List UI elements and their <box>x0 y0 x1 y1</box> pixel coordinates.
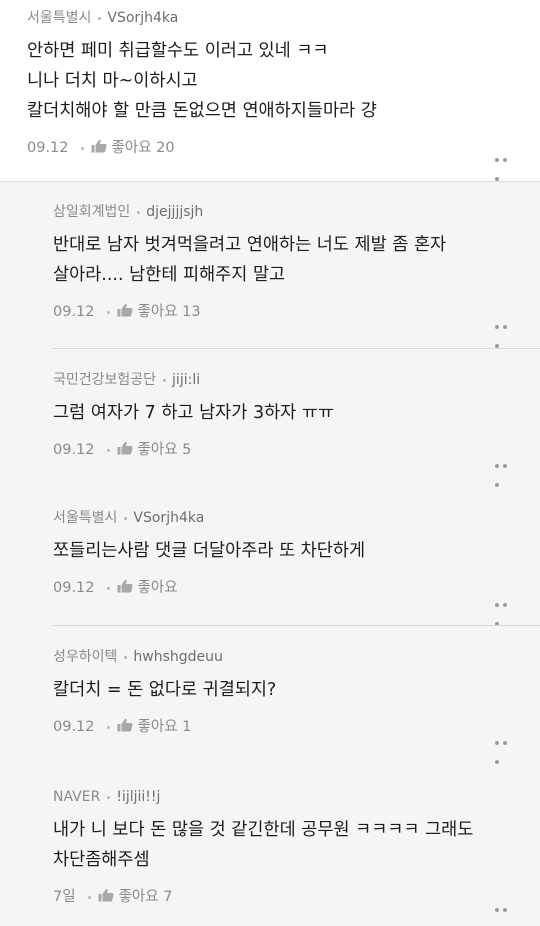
separator-dot <box>163 378 167 382</box>
author-region[interactable]: 성우하이텍 <box>53 649 117 665</box>
author-id[interactable]: jiji:li <box>172 372 200 388</box>
like-button[interactable]: 좋아요 5 <box>117 441 192 458</box>
thumbs-up-icon <box>91 139 107 153</box>
reply-divider <box>52 625 540 626</box>
comment-meta: 삼일회계법인 djejjjjsjh <box>53 202 540 222</box>
reply-item: NAVER !ijljii!!j 내가 니 보다 돈 많을 것 같긴한데 공무원 … <box>53 787 540 909</box>
comment-date: 09.12 <box>53 442 95 458</box>
like-label: 좋아요 7 <box>118 889 173 905</box>
comment-body: 내가 니 보다 돈 많을 것 같긴한데 공무원 ㅋㅋㅋㅋ 그래도 차단좀해주셈 <box>53 815 540 875</box>
like-button[interactable]: 좋아요 7 <box>98 888 173 905</box>
like-button[interactable]: 좋아요 <box>117 579 178 596</box>
comment-line: 안하면 페미 취급할수도 이러고 있네 ㅋㅋ <box>27 41 329 61</box>
comment-meta: NAVER !ijljii!!j <box>53 787 540 807</box>
more-dots-icon[interactable] <box>495 314 517 348</box>
separator-dot <box>87 895 91 899</box>
author-id[interactable]: hwhshgdeuu <box>133 649 223 665</box>
more-dots-icon[interactable] <box>495 147 517 181</box>
separator-dot <box>98 16 102 20</box>
author-region[interactable]: 삼일회계법인 <box>53 204 130 220</box>
comment-footer: 09.12 좋아요 1 <box>53 715 540 739</box>
like-label: 좋아요 20 <box>111 140 175 156</box>
like-label: 좋아요 5 <box>137 442 192 458</box>
separator-dot <box>106 586 110 590</box>
like-label: 좋아요 13 <box>137 304 201 320</box>
reply-item: 성우하이텍 hwhshgdeuu 칼더치 = 돈 없다로 귀결되지? 09.12 좋… <box>53 647 540 739</box>
reply-item: 서울특별시 VSorjh4ka 쪼들리는사람 댓글 더달아주라 또 차단하게 09… <box>53 508 540 600</box>
reply-divider <box>52 348 540 349</box>
separator-dot <box>80 146 84 150</box>
comment-body: 안하면 페미 취급할수도 이러고 있네 ㅋㅋ 니나 더치 마~이하시고 칼더치해… <box>27 36 540 126</box>
separator-dot <box>124 655 128 659</box>
comment-footer: 09.12 좋아요 20 <box>27 136 540 160</box>
comment-line: 차단좀해주셈 <box>53 850 150 870</box>
comment-date: 09.12 <box>27 140 69 156</box>
more-dots-icon[interactable] <box>495 592 517 626</box>
like-button[interactable]: 좋아요 13 <box>117 303 201 320</box>
author-id[interactable]: djejjjjsjh <box>146 204 203 220</box>
comment-date: 09.12 <box>53 304 95 320</box>
more-dots-icon[interactable] <box>495 897 517 912</box>
like-button[interactable]: 좋아요 1 <box>117 718 192 735</box>
separator-dot <box>137 210 141 214</box>
comment-line: 칼더치 = 돈 없다로 귀결되지? <box>53 680 277 700</box>
comment-line: 내가 니 보다 돈 많을 것 같긴한데 공무원 ㅋㅋㅋㅋ 그래도 <box>53 820 474 840</box>
reply-item: 국민건강보험공단 jiji:li 그럼 여자가 7 하고 남자가 3하자 ㅠㅠ 0… <box>53 370 540 462</box>
author-region[interactable]: 서울특별시 <box>27 10 91 26</box>
thumbs-up-icon <box>117 579 133 593</box>
comment-body: 그럼 여자가 7 하고 남자가 3하자 ㅠㅠ <box>53 398 540 428</box>
comment-body: 칼더치 = 돈 없다로 귀결되지? <box>53 675 540 705</box>
comment-meta: 국민건강보험공단 jiji:li <box>53 370 540 390</box>
comment-body: 반대로 남자 벗겨먹을려고 연애하는 너도 제발 좀 혼자 살아라.... 남한… <box>53 230 540 290</box>
replies-section: 삼일회계법인 djejjjjsjh 반대로 남자 벗겨먹을려고 연애하는 너도 제… <box>0 182 540 926</box>
separator-dot <box>106 448 110 452</box>
author-region[interactable]: 서울특별시 <box>53 510 117 526</box>
comment-line: 니나 더치 마~이하시고 <box>27 71 198 91</box>
like-label: 좋아요 <box>137 580 178 596</box>
more-dots-icon[interactable] <box>495 453 517 487</box>
top-comment: 서울특별시 VSorjh4ka 안하면 페미 취급할수도 이러고 있네 ㅋㅋ 니나… <box>27 8 540 160</box>
author-id[interactable]: !ijljii!!j <box>116 789 160 805</box>
author-region[interactable]: NAVER <box>53 789 100 805</box>
separator-dot <box>106 725 110 729</box>
comment-date: 7일 <box>53 889 76 905</box>
thumbs-up-icon <box>117 303 133 317</box>
comment-footer: 09.12 좋아요 <box>53 576 540 600</box>
separator-dot <box>124 516 128 520</box>
author-id[interactable]: VSorjh4ka <box>107 10 178 26</box>
thumbs-up-icon <box>117 718 133 732</box>
comment-line: 칼더치해야 할 만큼 돈없으면 연애하지들마라 걍 <box>27 101 377 121</box>
comment-line: 그럼 여자가 7 하고 남자가 3하자 ㅠㅠ <box>53 403 335 423</box>
more-dots-icon[interactable] <box>495 730 517 764</box>
comment-thread-screen: 서울특별시 VSorjh4ka 안하면 페미 취급할수도 이러고 있네 ㅋㅋ 니나… <box>0 0 540 926</box>
like-label: 좋아요 1 <box>137 719 192 735</box>
comment-footer: 09.12 좋아요 13 <box>53 300 540 324</box>
like-button[interactable]: 좋아요 20 <box>91 139 175 156</box>
thumbs-up-icon <box>117 441 133 455</box>
reply-item: 삼일회계법인 djejjjjsjh 반대로 남자 벗겨먹을려고 연애하는 너도 제… <box>53 202 540 324</box>
comment-meta: 서울특별시 VSorjh4ka <box>27 8 540 28</box>
comment-date: 09.12 <box>53 580 95 596</box>
author-id[interactable]: VSorjh4ka <box>133 510 204 526</box>
comment-body: 쪼들리는사람 댓글 더달아주라 또 차단하게 <box>53 536 540 566</box>
comment-line: 쪼들리는사람 댓글 더달아주라 또 차단하게 <box>53 541 366 561</box>
comment-line: 반대로 남자 벗겨먹을려고 연애하는 너도 제발 좀 혼자 <box>53 235 447 255</box>
top-comment-section: 서울특별시 VSorjh4ka 안하면 페미 취급할수도 이러고 있네 ㅋㅋ 니나… <box>0 0 540 182</box>
separator-dot <box>106 310 110 314</box>
comment-meta: 서울특별시 VSorjh4ka <box>53 508 540 528</box>
comment-footer: 7일 좋아요 7 <box>53 885 540 909</box>
comment-line: 살아라.... 남한테 피해주지 말고 <box>53 265 286 285</box>
comment-meta: 성우하이텍 hwhshgdeuu <box>53 647 540 667</box>
comment-date: 09.12 <box>53 719 95 735</box>
separator-dot <box>107 795 111 799</box>
thumbs-up-icon <box>98 888 114 902</box>
comment-footer: 09.12 좋아요 5 <box>53 438 540 462</box>
author-region[interactable]: 국민건강보험공단 <box>53 372 156 388</box>
